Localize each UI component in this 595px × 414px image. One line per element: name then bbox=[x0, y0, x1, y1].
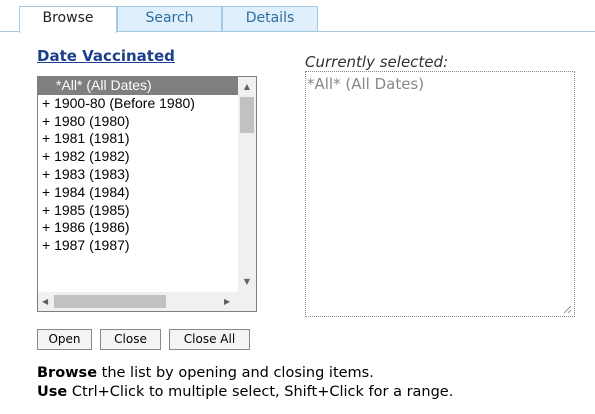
list-items: *All* (All Dates) + 1900-80 (Before 1980… bbox=[38, 77, 238, 292]
horizontal-scroll-thumb[interactable] bbox=[54, 295, 166, 308]
scroll-right-arrow-icon[interactable]: ▶ bbox=[224, 292, 230, 311]
date-vaccinated-listbox[interactable]: *All* (All Dates) + 1900-80 (Before 1980… bbox=[37, 76, 257, 312]
currently-selected-label: Currently selected: bbox=[305, 53, 449, 71]
resize-grip-icon[interactable] bbox=[563, 305, 572, 314]
vertical-scroll-thumb[interactable] bbox=[240, 97, 254, 133]
tab-details[interactable]: Details bbox=[222, 6, 318, 31]
currently-selected-textarea[interactable]: *All* (All Dates) bbox=[305, 71, 575, 317]
help-browse-bold: Browse bbox=[37, 365, 98, 381]
list-item[interactable]: + 1987 (1987) bbox=[38, 237, 238, 255]
scroll-left-arrow-icon[interactable]: ◀ bbox=[42, 292, 48, 311]
scrollbar-corner bbox=[238, 292, 256, 311]
help-use-bold: Use bbox=[37, 384, 68, 400]
help-use-text: Ctrl+Click to multiple select, Shift+Cli… bbox=[67, 384, 454, 400]
list-item[interactable]: + 1980 (1980) bbox=[38, 113, 238, 131]
list-item-selected[interactable]: *All* (All Dates) bbox=[38, 77, 238, 95]
list-item[interactable]: + 1986 (1986) bbox=[38, 219, 238, 237]
list-item[interactable]: + 1983 (1983) bbox=[38, 166, 238, 184]
field-title-link[interactable]: Date Vaccinated bbox=[37, 47, 175, 65]
vertical-scrollbar[interactable]: ▲ ▼ bbox=[238, 77, 256, 292]
help-line-browse: Browse the list by opening and closing i… bbox=[37, 365, 374, 381]
tab-bar: Browse Search Details bbox=[0, 0, 595, 33]
tab-browse[interactable]: Browse bbox=[19, 6, 117, 33]
tab-search[interactable]: Search bbox=[117, 6, 222, 31]
currently-selected-value: *All* (All Dates) bbox=[307, 75, 425, 93]
browse-panel: Date Vaccinated *All* (All Dates) + 1900… bbox=[0, 32, 595, 414]
scroll-up-arrow-icon[interactable]: ▲ bbox=[238, 80, 256, 94]
list-item[interactable]: + 1984 (1984) bbox=[38, 184, 238, 202]
open-button[interactable]: Open bbox=[37, 329, 92, 350]
help-browse-text: the list by opening and closing items. bbox=[97, 365, 374, 381]
list-item[interactable]: + 1981 (1981) bbox=[38, 130, 238, 148]
list-item[interactable]: + 1900-80 (Before 1980) bbox=[38, 95, 238, 113]
scroll-down-arrow-icon[interactable]: ▼ bbox=[238, 275, 256, 289]
help-line-use: Use Ctrl+Click to multiple select, Shift… bbox=[37, 384, 453, 400]
close-button[interactable]: Close bbox=[100, 329, 161, 350]
horizontal-scrollbar[interactable]: ◀ ▶ bbox=[38, 292, 238, 311]
list-item[interactable]: + 1985 (1985) bbox=[38, 202, 238, 220]
close-all-button[interactable]: Close All bbox=[169, 329, 250, 350]
list-item[interactable]: + 1982 (1982) bbox=[38, 148, 238, 166]
